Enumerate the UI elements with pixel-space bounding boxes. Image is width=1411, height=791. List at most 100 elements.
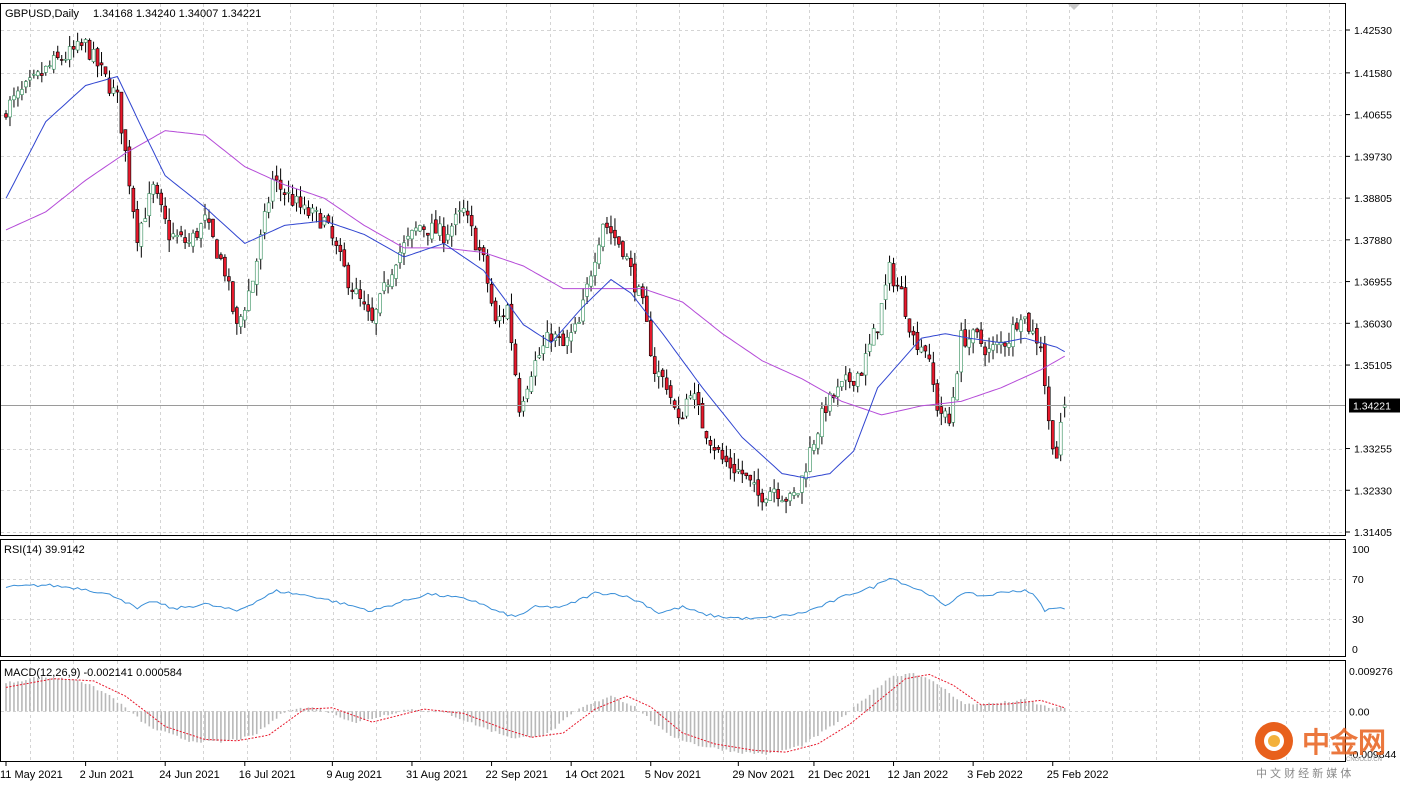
candle-body <box>350 289 355 292</box>
candle-body <box>59 59 64 61</box>
candle-body <box>728 457 733 469</box>
candle-body <box>103 66 108 75</box>
candle-body <box>700 403 705 429</box>
candle-body <box>613 229 617 239</box>
candle-body <box>342 249 347 267</box>
candle-body <box>163 205 167 220</box>
candle-body <box>581 299 585 322</box>
candle-body <box>485 255 490 284</box>
candle-body <box>529 376 534 392</box>
candle-body <box>712 447 717 451</box>
candle-body <box>135 209 140 243</box>
candle-body <box>1023 316 1027 320</box>
candle-body <box>800 475 804 493</box>
candle-body <box>664 377 669 390</box>
candle-body <box>298 196 303 208</box>
candle-body <box>1046 386 1051 422</box>
candle-body <box>270 178 275 202</box>
candle-body <box>577 321 581 324</box>
candle-body <box>199 223 203 239</box>
candle-body <box>672 400 677 408</box>
candle-body <box>453 213 458 225</box>
candle-body <box>947 413 952 424</box>
candle-body <box>131 187 136 212</box>
candle-body <box>859 372 864 376</box>
candle-body <box>139 222 144 247</box>
candle-body <box>863 353 868 376</box>
price-chart[interactable]: 1.42530 1.41580 1.40655 1.39730 1.38805 1.378… <box>0 0 1411 791</box>
candle-body <box>648 320 653 357</box>
candle-body <box>1027 312 1031 332</box>
candle-body <box>776 489 780 499</box>
candle-body <box>768 491 772 501</box>
candle-body <box>426 232 430 236</box>
price-tick-label: 1.38805 <box>1354 193 1392 205</box>
candle-body <box>720 449 725 460</box>
price-tick-label: 1.33255 <box>1354 444 1392 456</box>
candle-body <box>115 89 120 93</box>
candle-body <box>147 193 152 216</box>
date-tick-label: 29 Nov 2021 <box>732 769 794 781</box>
price-tick-label: 1.42530 <box>1354 25 1392 37</box>
candle-body <box>847 372 852 383</box>
candle-body <box>820 408 824 438</box>
candle-body <box>123 129 128 151</box>
candle-body <box>836 386 840 397</box>
candle-body <box>883 284 888 300</box>
candle-body <box>282 192 287 196</box>
candle-body <box>262 211 267 233</box>
candle-body <box>211 218 215 237</box>
candle-body <box>851 380 856 386</box>
candle-body <box>75 41 80 51</box>
price-axis: 1.42530 1.41580 1.40655 1.39730 1.38805 1.378… <box>1345 25 1392 539</box>
main-panel[interactable] <box>0 3 1346 536</box>
candle-body <box>175 235 179 238</box>
candle-body <box>633 263 637 293</box>
candle-body <box>338 244 343 252</box>
candle-body <box>629 257 633 267</box>
candle-body <box>637 286 641 296</box>
candle-body <box>517 378 522 413</box>
candle-body <box>887 262 892 284</box>
candle-body <box>935 383 940 411</box>
candle-body <box>143 218 148 222</box>
candle-body <box>235 307 239 324</box>
current-price-label: 1.34221 <box>1353 401 1391 413</box>
candle-body <box>708 440 713 446</box>
candle-body <box>971 329 975 344</box>
candle-body <box>792 492 796 496</box>
candle-body <box>493 300 498 322</box>
candle-body <box>473 227 478 251</box>
candle-body <box>87 39 92 60</box>
candle-body <box>597 244 601 265</box>
candle-body <box>704 431 709 439</box>
candle-body <box>386 284 390 287</box>
candle-body <box>931 362 936 385</box>
date-tick-label: 31 Aug 2021 <box>406 769 468 781</box>
candle-body <box>55 51 60 58</box>
candle-body <box>457 210 462 212</box>
candle-body <box>378 293 382 314</box>
rsi-panel[interactable] <box>0 539 1346 657</box>
candle-body <box>310 207 315 214</box>
candle-body <box>939 406 944 414</box>
candle-body <box>716 447 721 450</box>
candle-body <box>788 493 792 502</box>
candle-body <box>410 230 414 240</box>
candle-body <box>1019 319 1023 332</box>
candle-body <box>497 316 502 321</box>
candle-body <box>549 333 554 342</box>
candle-body <box>955 373 960 401</box>
candle-body <box>83 39 88 43</box>
candle-body <box>195 231 199 238</box>
candle-body <box>923 345 928 352</box>
candle-body <box>179 231 183 236</box>
candle-body <box>891 263 896 287</box>
candle-body <box>414 227 418 232</box>
macd-label: MACD(12,26,9) -0.002141 0.000584 <box>4 667 182 679</box>
candle-body <box>979 329 983 344</box>
candle-body <box>481 247 486 256</box>
candle-body <box>816 433 820 449</box>
candle-body <box>286 191 291 194</box>
candle-body <box>469 215 474 227</box>
